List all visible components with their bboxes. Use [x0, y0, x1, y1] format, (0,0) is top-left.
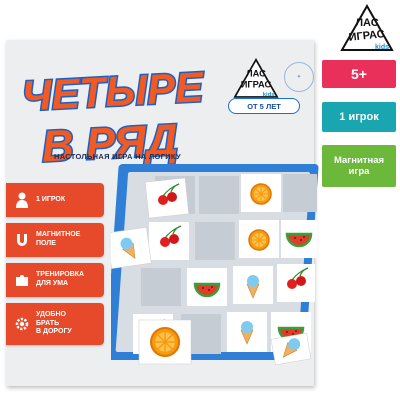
box-brand-line1: ЛАС	[246, 69, 266, 79]
feature-magnetic: МАГНИТНОЕ ПОЛЕ	[6, 223, 104, 257]
game-board	[111, 164, 319, 365]
magnet-icon	[10, 228, 34, 252]
quality-stamp-icon: ✦	[284, 62, 314, 92]
feature-label: УДОБНО БРАТЬ В ДОРОГУ	[36, 310, 72, 336]
feature-label: 1 ИГРОК	[36, 195, 66, 203]
tile-row-2	[149, 220, 317, 260]
loose-tile-orange	[138, 319, 192, 365]
brand-line1: ЛАС	[355, 17, 378, 29]
box-brand-logo: ЛАС ИГРАС kids	[233, 58, 279, 98]
loose-tile-icecream	[111, 227, 152, 269]
feature-label: ТРЕНИРОВКА ДЛЯ УМА	[36, 271, 85, 287]
brand-sub: kids	[375, 44, 389, 51]
puzzle-icon	[10, 268, 34, 292]
game-box: ЧЕТЫРЕ В РЯД ЛАС ИГРАС kids ✦ ОТ 5 ЛЕТ Н…	[6, 40, 319, 386]
feature-brain: ТРЕНИРОВКА ДЛЯ УМА	[6, 263, 104, 297]
players-badge: 1 игрок	[322, 102, 396, 132]
loose-tile-cherry	[144, 177, 190, 219]
title-line1: ЧЕТЫРЕ	[21, 63, 207, 120]
magnetic-badge: Магнитная игра	[322, 145, 396, 187]
box-brand-line2: ИГРАС	[241, 80, 272, 90]
feature-travel: УДОБНО БРАТЬ В ДОРОГУ	[6, 303, 104, 345]
brand-logo: ЛАС ИГРАС kids	[340, 4, 394, 51]
age-badge: 5+	[322, 60, 396, 88]
feature-players: 1 ИГРОК	[6, 183, 104, 217]
person-icon	[10, 188, 34, 212]
age-label: ОТ 5 ЛЕТ	[228, 98, 300, 114]
gear-icon	[10, 312, 34, 336]
feature-label: МАГНИТНОЕ ПОЛЕ	[36, 231, 81, 247]
